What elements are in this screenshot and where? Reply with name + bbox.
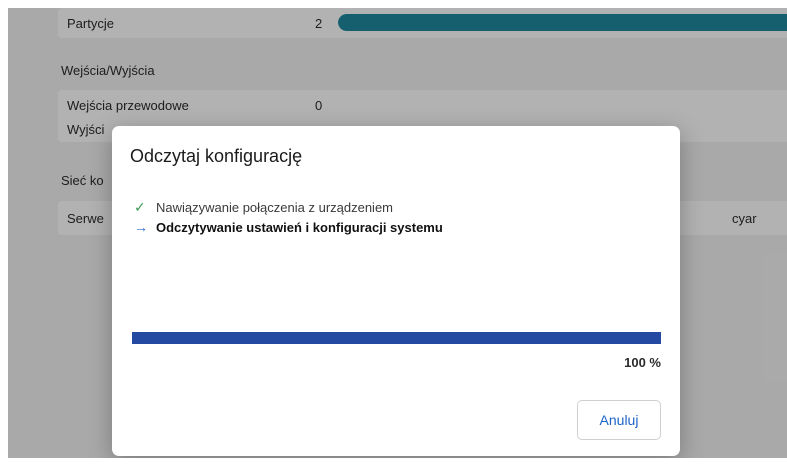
progress-bar-fill: [132, 332, 661, 344]
step-connect-text: Nawiązywanie połączenia z urządzeniem: [156, 200, 394, 215]
dialog-title: Odczytaj konfigurację: [130, 146, 303, 166]
app-window: Partycje 2 Wejścia/Wyjścia Wejścia przew…: [8, 8, 787, 458]
step-read-settings-text: Odczytywanie ustawień i konfiguracji sys…: [156, 220, 443, 235]
read-config-dialog: Odczytaj konfigurację ✓ Nawiązywanie połą…: [112, 126, 680, 456]
cancel-button[interactable]: Anuluj: [577, 400, 661, 440]
checkmark-icon: ✓: [134, 199, 146, 215]
arrow-right-icon: →: [134, 219, 148, 235]
step-connect: ✓ Nawiązywanie połączenia z urządzeniem: [134, 199, 393, 216]
progress-bar: [132, 332, 661, 344]
progress-percent: 100 %: [624, 355, 661, 370]
step-read-settings: → Odczytywanie ustawień i konfiguracji sy…: [134, 219, 443, 235]
